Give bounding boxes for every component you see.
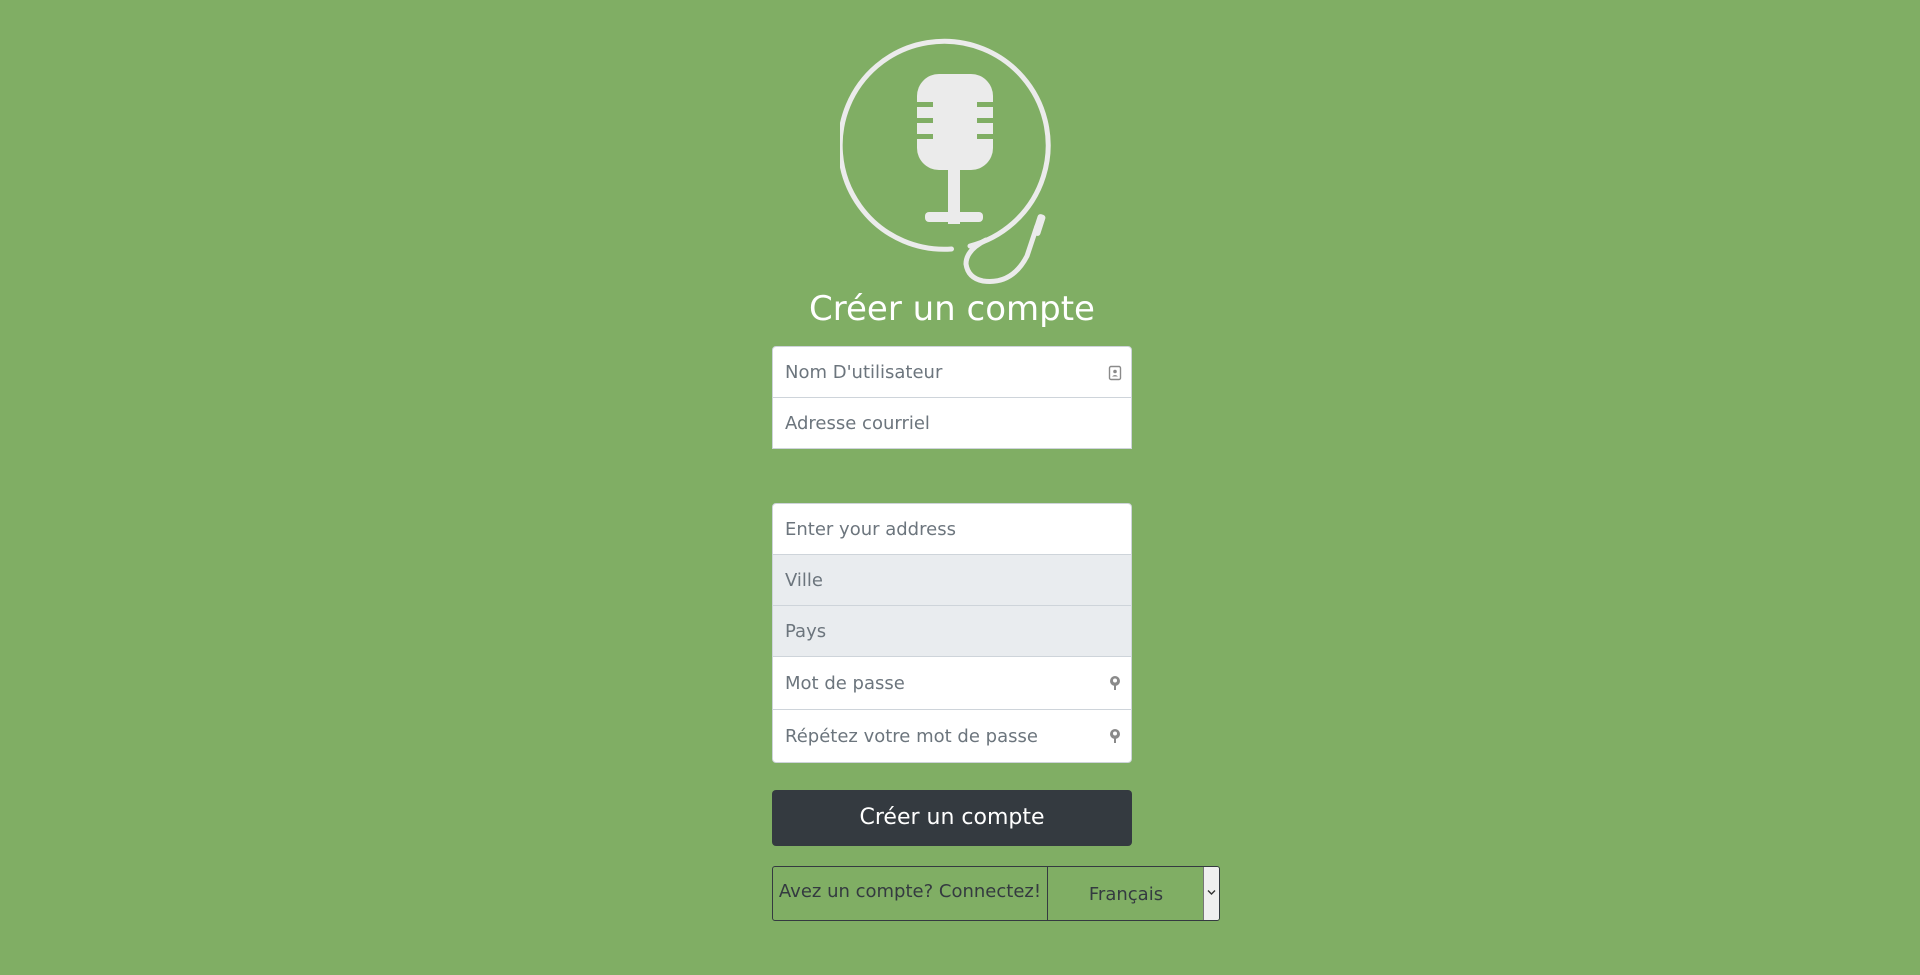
login-link[interactable]: Avez un compte? Connectez! [772, 866, 1048, 921]
address-placeholder: Enter your address [785, 519, 956, 540]
country-placeholder: Pays [785, 621, 827, 642]
city-placeholder: Ville [785, 570, 823, 591]
language-selected-value: Français [1088, 884, 1164, 905]
password-repeat-placeholder: Répétez votre mot de passe [785, 726, 1038, 747]
dropdown-button[interactable] [1203, 867, 1219, 920]
create-account-button[interactable]: Créer un compte [772, 790, 1132, 846]
username-placeholder: Nom D'utilisateur [785, 362, 943, 383]
chevron-down-icon [1207, 890, 1216, 895]
address-field[interactable]: Enter your address [772, 503, 1132, 555]
key-icon [1110, 676, 1120, 690]
contact-card-icon [1108, 365, 1122, 381]
password-repeat-field[interactable]: Répétez votre mot de passe [772, 709, 1132, 763]
page-title: Créer un compte [809, 289, 1095, 329]
key-icon [1110, 729, 1120, 743]
city-field[interactable]: Ville [772, 554, 1132, 606]
country-field[interactable]: Pays [772, 605, 1132, 657]
microphone-logo [840, 38, 1051, 284]
email-placeholder: Adresse courriel [785, 413, 930, 434]
password-field[interactable]: Mot de passe [772, 656, 1132, 710]
footer-row: Avez un compte? Connectez! Français [772, 866, 1220, 921]
address-fields: Enter your address Ville Pays Mot de pas… [772, 503, 1132, 763]
email-field[interactable]: Adresse courriel [772, 397, 1132, 449]
language-select[interactable]: Français [1047, 866, 1220, 921]
username-field[interactable]: Nom D'utilisateur [772, 346, 1132, 398]
account-fields: Nom D'utilisateur Adresse courriel [772, 346, 1132, 449]
password-placeholder: Mot de passe [785, 673, 905, 694]
